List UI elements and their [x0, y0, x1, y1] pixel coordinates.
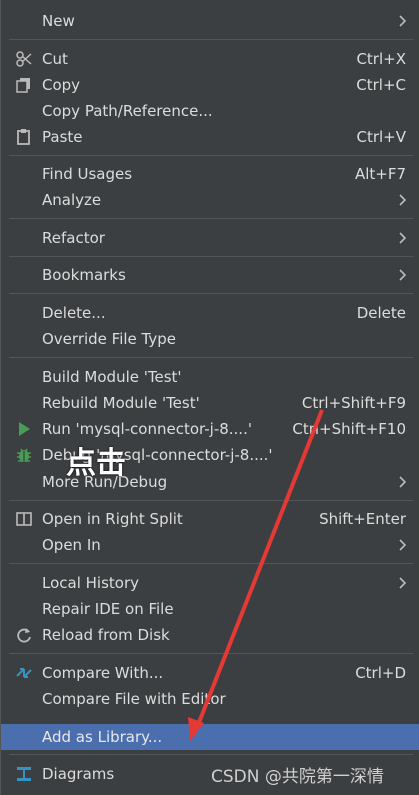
- red-arrow-annotation: [188, 409, 324, 741]
- annotation-text: 点击: [66, 446, 126, 481]
- watermark: CSDN @共院第一深情: [211, 767, 384, 787]
